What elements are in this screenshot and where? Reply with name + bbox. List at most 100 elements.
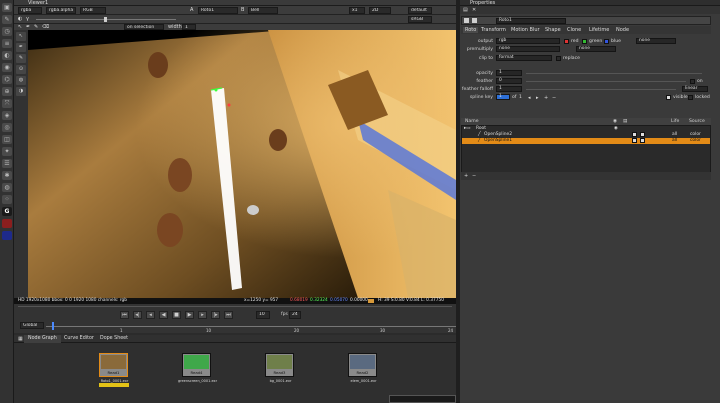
brush-icon[interactable]: ✎ xyxy=(16,54,26,63)
read-node[interactable]: Read2 elem_0001.exr xyxy=(348,353,377,383)
gain-icon[interactable]: ◐ xyxy=(18,16,22,22)
read-node[interactable]: Read1 Roto1_0001.exr xyxy=(99,353,128,383)
blue-checkbox[interactable] xyxy=(604,39,609,44)
stop-button[interactable]: ■ xyxy=(172,311,181,319)
furnace-icon[interactable]: ✱ xyxy=(2,171,12,180)
viewer-canvas[interactable] xyxy=(28,30,456,298)
premultiply-dropdown[interactable]: none xyxy=(496,46,560,52)
node-graph-canvas[interactable]: Read1 Roto1_0001.exr Read4 greenscreen_0… xyxy=(14,343,456,403)
output-dropdown[interactable]: rgb xyxy=(496,38,560,44)
next-keyframe-button[interactable]: |▸ xyxy=(211,311,220,319)
gizmo-icon[interactable]: G xyxy=(2,207,12,216)
blue-icon[interactable] xyxy=(2,231,12,240)
tab-roto[interactable]: Roto xyxy=(463,27,479,33)
red-icon[interactable] xyxy=(2,219,12,228)
input-a-dropdown[interactable]: Roto1 xyxy=(198,7,238,14)
ocula-icon[interactable]: ◍ xyxy=(2,183,12,192)
prev-key-icon[interactable]: ◂ xyxy=(528,95,531,101)
output-extra-dropdown[interactable]: none xyxy=(636,38,676,44)
particles-icon[interactable]: ⁘ xyxy=(2,195,12,204)
channels-dropdown[interactable]: rgba xyxy=(18,7,42,14)
tab-node[interactable]: Node xyxy=(616,27,629,33)
locked-checkbox[interactable] xyxy=(688,95,693,100)
toolsets-icon[interactable]: ✦ xyxy=(2,147,12,156)
remove-layer-button[interactable]: − xyxy=(472,173,476,179)
feather-falloff-slider[interactable] xyxy=(526,89,676,90)
add-layer-button[interactable]: + xyxy=(464,173,468,179)
tab-curve-editor[interactable]: Curve Editor xyxy=(60,335,98,343)
replace-checkbox[interactable] xyxy=(556,56,561,61)
next-frame-button[interactable]: ▸ xyxy=(198,311,207,319)
read-node[interactable]: Read4 greenscreen_0001.exr xyxy=(178,353,217,383)
dodge-icon[interactable]: ◑ xyxy=(16,87,26,96)
keyer-icon[interactable]: ⌬ xyxy=(2,75,12,84)
node-graph-minimap[interactable] xyxy=(389,395,456,403)
tab-motion-blur[interactable]: Motion Blur xyxy=(511,27,540,33)
merge-icon[interactable]: ⊕ xyxy=(2,87,12,96)
tab-lifetime[interactable]: Lifetime xyxy=(589,27,609,33)
lock-icon[interactable]: ▤ xyxy=(463,7,468,13)
filter-icon[interactable]: ◉ xyxy=(2,63,12,72)
layer-check[interactable] xyxy=(640,132,645,137)
play-forward-button[interactable]: ▶ xyxy=(185,311,194,319)
view-mode-dropdown[interactable]: 2D xyxy=(369,7,391,14)
layer-check[interactable] xyxy=(640,138,645,143)
alpha-channel-dropdown[interactable]: rgba.alpha xyxy=(46,7,76,14)
prev-keyframe-button[interactable]: ◂| xyxy=(133,311,142,319)
other-icon[interactable]: ☰ xyxy=(2,159,12,168)
select-icon[interactable]: ↖ xyxy=(16,32,26,41)
spline-key-field[interactable]: 1 xyxy=(496,94,510,100)
falloff-type-dropdown[interactable]: linear xyxy=(682,86,708,92)
image-icon[interactable]: ▣ xyxy=(2,3,12,12)
tab-transform[interactable]: Transform xyxy=(481,27,506,33)
input-b-dropdown[interactable]: Bell xyxy=(248,7,278,14)
feather-field[interactable]: 0 xyxy=(496,78,522,84)
frame-range-bar[interactable] xyxy=(18,306,452,307)
pen-icon[interactable]: ✒ xyxy=(16,43,26,52)
clone-icon[interactable]: ⊙ xyxy=(16,65,26,74)
opacity-slider[interactable] xyxy=(526,73,702,74)
metadata-icon[interactable]: ◫ xyxy=(2,135,12,144)
premultiply-extra-dropdown[interactable]: none xyxy=(576,46,616,52)
lut-dropdown[interactable]: default xyxy=(408,7,432,14)
feather-on-checkbox[interactable] xyxy=(690,79,695,84)
play-backward-button[interactable]: ◀ xyxy=(159,311,168,319)
playhead[interactable] xyxy=(52,322,54,330)
time-icon[interactable]: ◷ xyxy=(2,27,12,36)
roto-node-stub[interactable] xyxy=(99,383,129,387)
blur-icon[interactable]: ◍ xyxy=(16,76,26,85)
color-icon[interactable]: ◐ xyxy=(2,51,12,60)
visible-checkbox[interactable] xyxy=(666,95,671,100)
node-color-swatch[interactable] xyxy=(464,18,469,23)
layer-check[interactable] xyxy=(632,132,637,137)
feather-slider[interactable] xyxy=(526,81,686,82)
zoom-dropdown[interactable]: x1 xyxy=(349,7,365,14)
gamma-icon[interactable]: γ xyxy=(26,16,29,22)
red-checkbox[interactable] xyxy=(564,39,569,44)
tab-shape[interactable]: Shape xyxy=(545,27,561,33)
tab-node-graph[interactable]: Node Graph xyxy=(24,335,61,343)
layer-row-selected[interactable]: ╱ OpenSpline1 all color xyxy=(462,138,710,144)
timeline-mode-dropdown[interactable]: Global xyxy=(20,322,44,329)
tab-clone[interactable]: Clone xyxy=(567,27,581,33)
increment-field[interactable]: 10 xyxy=(256,311,270,319)
read-node[interactable]: Read3 bg_0001.exr xyxy=(265,353,294,383)
transform-icon[interactable]: ⤧ xyxy=(2,99,12,108)
add-key-icon[interactable]: + xyxy=(544,95,548,101)
node-name-field[interactable]: Roto1 xyxy=(496,18,566,24)
opacity-field[interactable]: 1 xyxy=(496,70,522,76)
node-color-swatch[interactable] xyxy=(472,18,477,23)
layer-check[interactable] xyxy=(632,138,637,143)
timeline-ruler[interactable] xyxy=(46,326,456,327)
gain-slider-handle[interactable] xyxy=(104,17,107,22)
close-all-icon[interactable]: ✕ xyxy=(472,7,476,13)
colorspace-dropdown[interactable]: RGB xyxy=(80,7,106,14)
draw-icon[interactable]: ✎ xyxy=(2,15,12,24)
green-checkbox[interactable] xyxy=(582,39,587,44)
next-key-icon[interactable]: ▸ xyxy=(536,95,539,101)
channel-icon[interactable]: ≡ xyxy=(2,39,12,48)
first-frame-button[interactable]: ⏮ xyxy=(120,311,129,319)
feather-falloff-field[interactable]: 1 xyxy=(496,86,522,92)
last-frame-button[interactable]: ⏭ xyxy=(224,311,233,319)
prev-frame-button[interactable]: ◂ xyxy=(146,311,155,319)
